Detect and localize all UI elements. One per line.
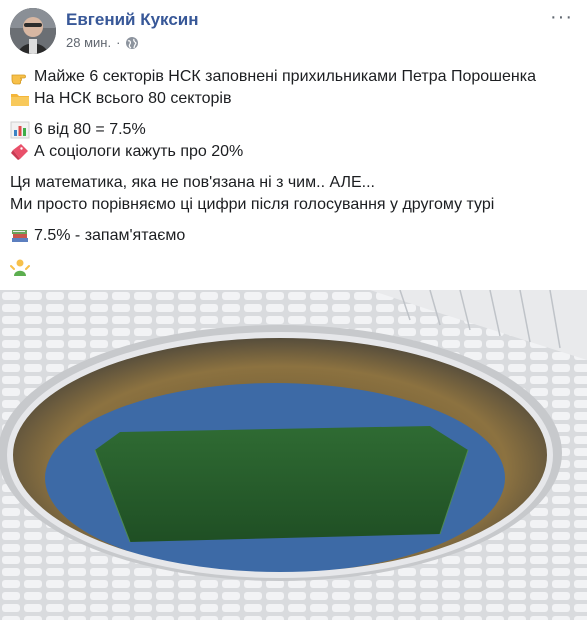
post-line-2: На НСК всього 80 секторів (10, 88, 577, 110)
books-icon (12, 230, 28, 242)
post-line-1: Майже 6 секторів НСК заповнені прихильни… (10, 66, 577, 88)
post-meta: 28 мин. · (66, 35, 139, 50)
ticket-icon (11, 144, 28, 160)
pointing-right-icon (11, 74, 26, 85)
post-line-6: Ми просто порівняємо ці цифри після голо… (10, 194, 577, 216)
post-line-5: Ця математика, яка не пов'язана ні з чим… (10, 172, 577, 194)
post-line-text: 6 від 80 = 7.5% (34, 121, 146, 138)
author-avatar[interactable] (10, 8, 56, 54)
post-line-text: На НСК всього 80 секторів (34, 90, 232, 107)
bar-chart-icon (10, 121, 30, 139)
post-image-stadium[interactable] (0, 290, 587, 620)
meta-separator: · (116, 35, 121, 50)
author-name[interactable]: Евгений Куксин (66, 10, 199, 30)
post-text: Майже 6 секторів НСК заповнені прихильни… (10, 66, 577, 278)
post-line-text: Ця математика, яка не пов'язана ні з чим… (10, 174, 375, 191)
facebook-post: Евгений Куксин 28 мин. · ··· Майже 6 сек… (0, 0, 587, 620)
post-line-4: А соціологи кажуть про 20% (10, 141, 577, 163)
post-line-text: Ми просто порівняємо ці цифри після голо… (10, 196, 495, 213)
post-line-3: 6 від 80 = 7.5% (10, 119, 577, 141)
post-line-8 (10, 256, 577, 278)
globe-icon[interactable] (125, 36, 139, 50)
person-shrugging-icon (10, 259, 30, 276)
post-time[interactable]: 28 мин. (66, 35, 111, 50)
post-line-7: 7.5% - запам'ятаємо (10, 225, 577, 247)
post-line-text: А соціологи кажуть про 20% (34, 143, 244, 160)
more-options-icon[interactable]: ··· (550, 7, 573, 27)
post-line-text: Майже 6 секторів НСК заповнені прихильни… (34, 68, 536, 85)
post-line-text: 7.5% - запам'ятаємо (34, 227, 186, 244)
post-header: Евгений Куксин 28 мин. · ··· (0, 0, 587, 62)
folder-icon (11, 94, 29, 106)
